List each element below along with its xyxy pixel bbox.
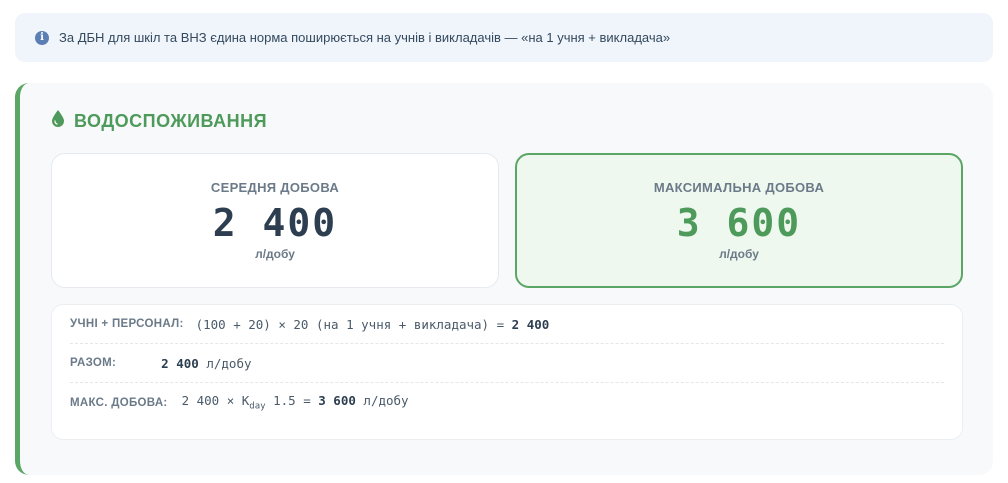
info-banner-text: За ДБН для шкіл та ВНЗ єдина норма пошир…: [59, 30, 671, 45]
calc-label: РАЗОМ:: [70, 357, 117, 369]
water-drop-icon: [52, 110, 64, 132]
section-title: ВОДОСПОЖИВАННЯ: [52, 110, 267, 132]
average-daily-label: СЕРЕДНЯ ДОБОВА: [210, 180, 340, 195]
calc-expression: 2 400 × Kday 1.5 = 3 600 л/добу: [181, 393, 409, 412]
calculation-box: УЧНІ + ПЕРСОНАЛ: (100 + 20) × 20 (на 1 у…: [51, 304, 963, 440]
maximum-daily-unit: л/добу: [719, 247, 759, 261]
maximum-daily-value: 3 600: [676, 201, 802, 245]
calc-result: 2 400: [511, 316, 550, 332]
maximum-daily-card: МАКСИМАЛЬНА ДОБОВА 3 600 л/добу: [515, 153, 963, 288]
calc-row-students-staff: УЧНІ + ПЕРСОНАЛ: (100 + 20) × 20 (на 1 у…: [70, 305, 944, 344]
average-daily-value: 2 400: [212, 201, 338, 245]
calc-label: МАКС. ДОБОВА:: [70, 396, 168, 409]
section-title-text: ВОДОСПОЖИВАННЯ: [74, 110, 268, 131]
calc-row-max-daily: МАКС. ДОБОВА: 2 400 × Kday 1.5 = 3 600 л…: [70, 383, 944, 422]
average-daily-card: СЕРЕДНЯ ДОБОВА 2 400 л/добу: [51, 153, 499, 288]
info-banner: i За ДБН для шкіл та ВНЗ єдина норма пош…: [15, 13, 993, 62]
water-consumption-section: ВОДОСПОЖИВАННЯ СЕРЕДНЯ ДОБОВА 2 400 л/до…: [15, 83, 993, 475]
info-icon: i: [35, 30, 49, 45]
calc-label: УЧНІ + ПЕРСОНАЛ:: [70, 318, 184, 330]
maximum-daily-label: МАКСИМАЛЬНА ДОБОВА: [653, 180, 825, 195]
calc-result: 2 400: [161, 355, 199, 371]
calc-expression: 2 400 л/добу: [161, 355, 252, 371]
average-daily-unit: л/добу: [255, 247, 295, 261]
calc-result: 3 600: [318, 393, 356, 409]
calc-row-total: РАЗОМ: 2 400 л/добу: [70, 344, 944, 383]
calc-expression: (100 + 20) × 20 (на 1 учня + викладача) …: [195, 316, 550, 332]
